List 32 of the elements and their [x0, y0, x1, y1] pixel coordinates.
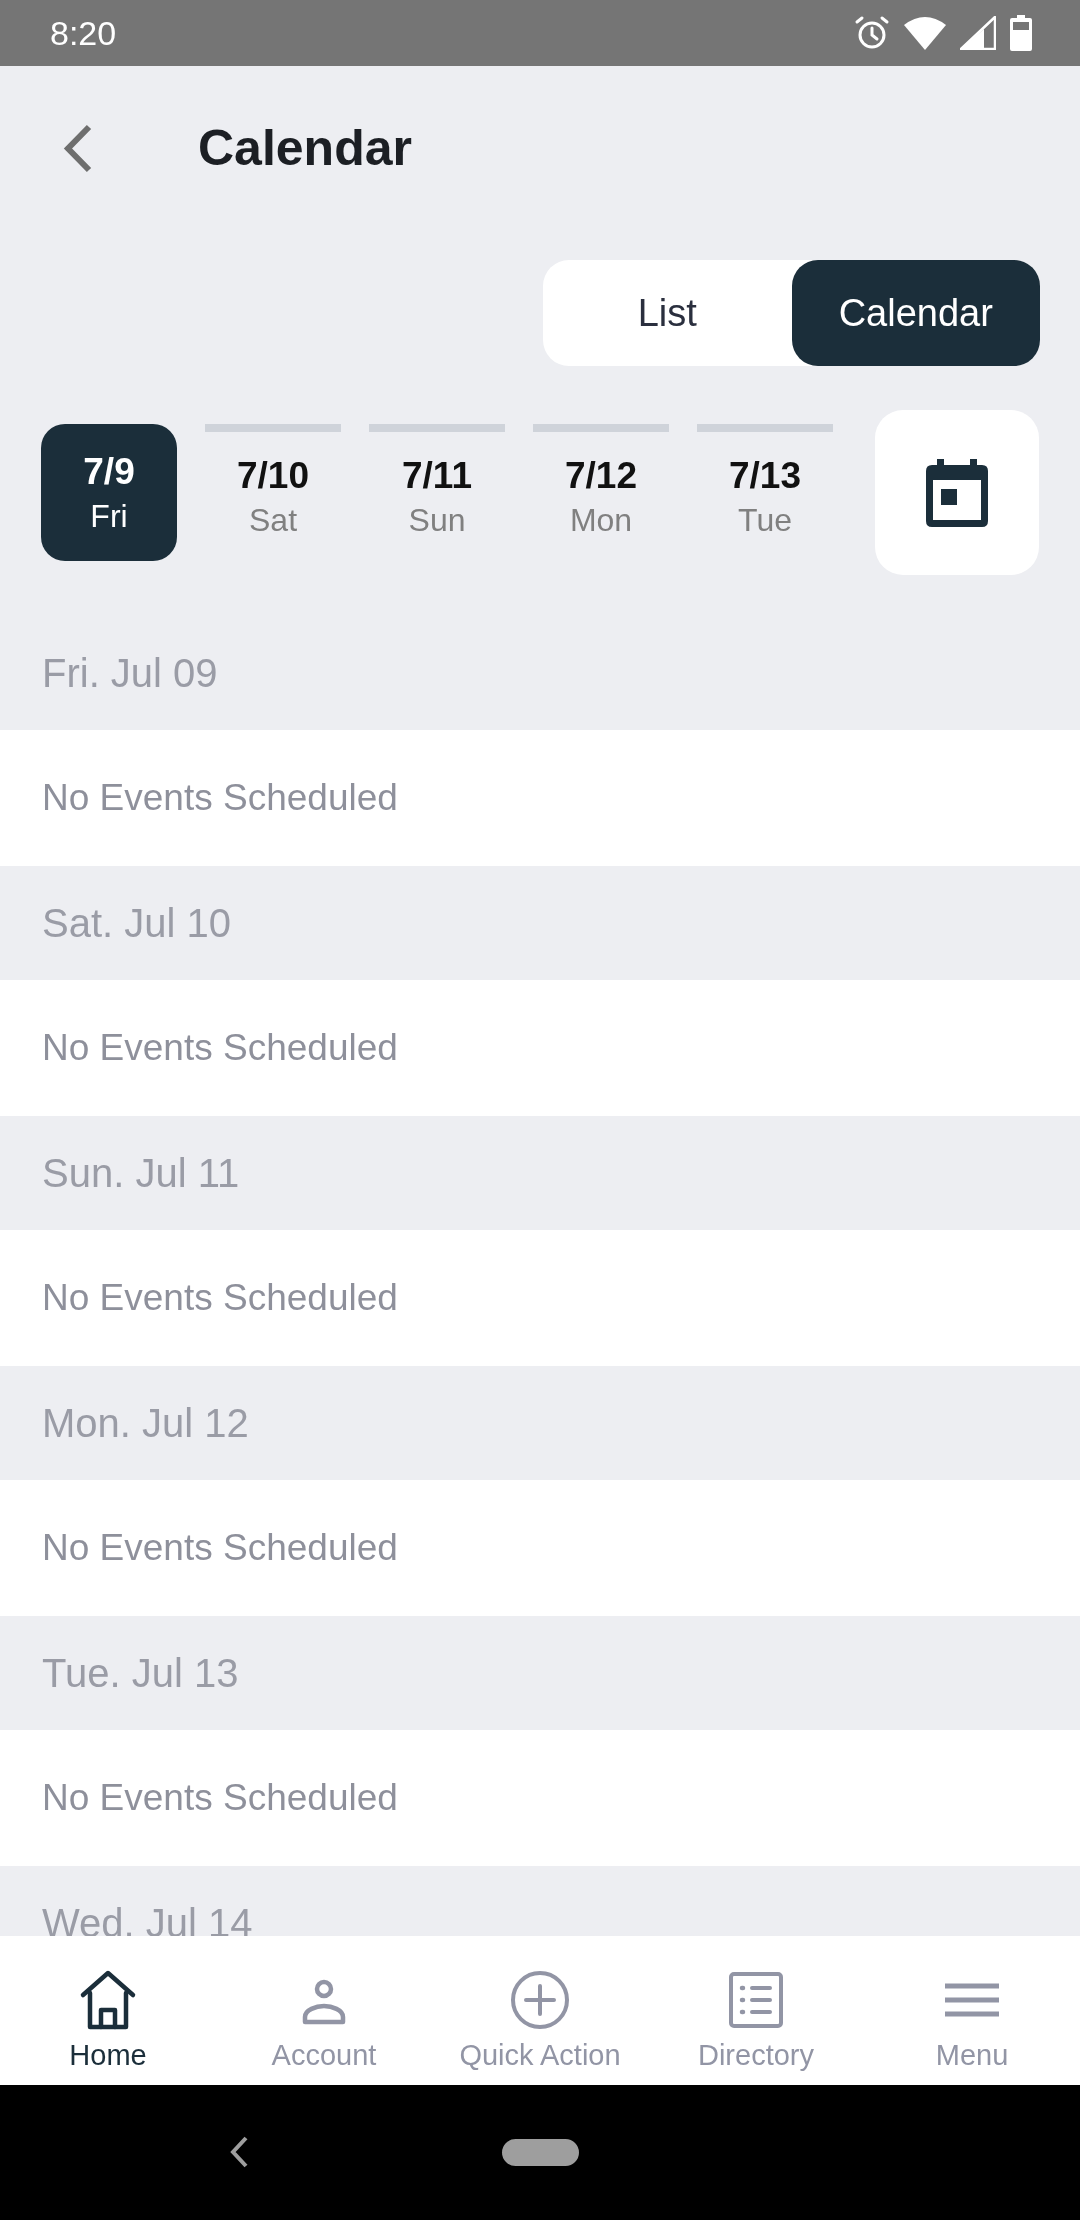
day-heading: Sun. Jul 11: [42, 1150, 240, 1196]
day-heading: Sat. Jul 10: [42, 900, 231, 946]
battery-icon: [1010, 15, 1032, 51]
home-icon: [78, 1970, 138, 2030]
nav-item[interactable]: Home: [0, 1936, 216, 2085]
list-document-icon: [726, 1970, 786, 2030]
calendar-button[interactable]: [875, 410, 1039, 575]
day-heading: Tue. Jul 13: [42, 1650, 239, 1696]
date-tab[interactable]: 7/10 Sat: [205, 424, 341, 561]
back-icon[interactable]: [229, 2135, 249, 2169]
wifi-icon: [904, 16, 946, 50]
no-events-text: No Events Scheduled: [42, 1027, 398, 1069]
page-title: Calendar: [198, 119, 412, 177]
date-tab[interactable]: 7/9 Fri: [41, 424, 177, 561]
home-handle[interactable]: [502, 2139, 579, 2166]
date-tab[interactable]: 7/11 Sun: [369, 424, 505, 561]
back-icon[interactable]: [62, 123, 93, 173]
date-tab[interactable]: 7/12 Mon: [533, 424, 669, 561]
plus-circle-icon: [510, 1970, 570, 2030]
no-events-text: No Events Scheduled: [42, 1777, 398, 1819]
date-tab[interactable]: 7/13 Tue: [697, 424, 833, 561]
calendar-icon: [926, 458, 988, 527]
alarm-clock-icon: [854, 15, 890, 51]
day-heading: Mon. Jul 12: [42, 1400, 249, 1446]
signal-icon: [960, 16, 996, 50]
no-events-text: No Events Scheduled: [42, 1277, 398, 1319]
status-time: 8:20: [50, 13, 117, 53]
day-heading: Fri. Jul 09: [42, 650, 218, 696]
view-tab[interactable]: List: [543, 260, 792, 366]
view-tab[interactable]: Calendar: [791, 260, 1040, 366]
no-events-text: No Events Scheduled: [42, 1527, 398, 1569]
no-events-text: No Events Scheduled: [42, 777, 398, 819]
